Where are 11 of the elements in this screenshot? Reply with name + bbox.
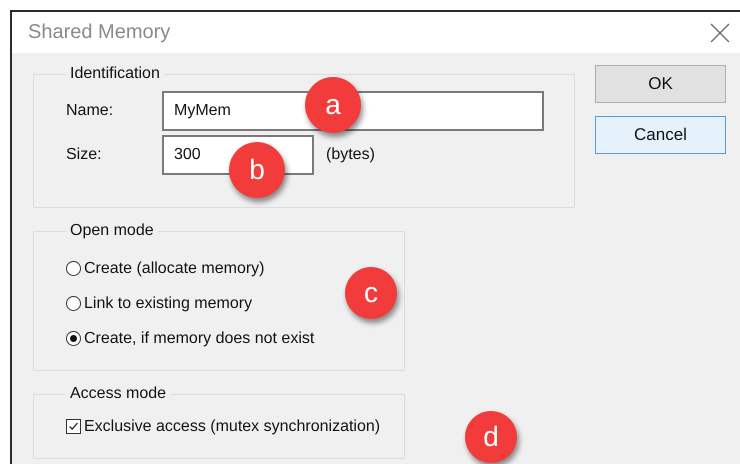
- unit-label: (bytes): [326, 146, 375, 164]
- annotation-overlay: b: [229, 142, 285, 198]
- field-label: Size:: [66, 146, 103, 164]
- group-title: Open mode: [69, 222, 155, 240]
- group-title: Identification: [69, 65, 161, 83]
- window-title: Shared Memory: [28, 21, 170, 44]
- field-label: Name:: [66, 102, 114, 120]
- group-title: Access mode: [69, 385, 168, 403]
- annotation-overlay: c: [345, 267, 397, 319]
- annotation-overlay: a: [305, 77, 361, 133]
- annotation-overlay: d: [465, 411, 517, 463]
